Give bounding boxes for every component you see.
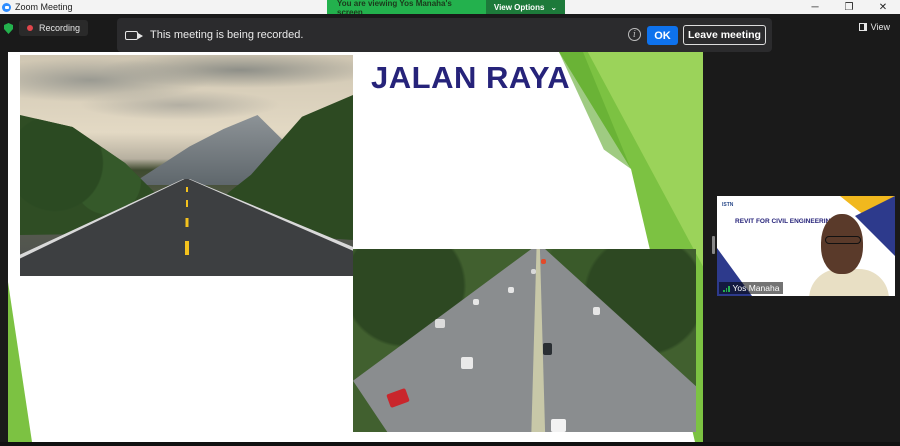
- zoom-meeting-window: Zoom Meeting ─ ❐ ✕ You are viewing Yos M…: [0, 0, 900, 446]
- view-options-label: View Options: [493, 3, 545, 12]
- participant-video: [809, 214, 889, 296]
- slide-green-corner: [8, 282, 32, 442]
- highway-photo: [353, 249, 696, 432]
- video-camera-icon: [125, 30, 143, 40]
- leave-meeting-button[interactable]: Leave meeting: [683, 25, 766, 45]
- recording-notice-text: This meeting is being recorded.: [150, 29, 304, 41]
- minimize-button[interactable]: ─: [798, 0, 832, 14]
- maximize-button[interactable]: ❐: [832, 0, 866, 14]
- window-title: Zoom Meeting: [15, 2, 73, 12]
- chevron-down-icon: ⌄: [550, 3, 558, 12]
- close-button[interactable]: ✕: [866, 0, 900, 14]
- recording-dot-icon: [27, 25, 33, 31]
- recording-indicator[interactable]: Recording: [19, 20, 89, 36]
- viewing-screen-label: You are viewing Yos Manaha's screen: [327, 0, 486, 17]
- window-controls: ─ ❐ ✕: [798, 0, 900, 14]
- participant-name-label: Yos Manaha: [719, 282, 784, 294]
- screen-share-banner: You are viewing Yos Manaha's screen View…: [327, 0, 565, 17]
- recording-label: Recording: [39, 23, 81, 33]
- bottom-toolbar-edge: [0, 442, 900, 446]
- view-button[interactable]: View: [858, 22, 890, 32]
- security-shield-icon[interactable]: [4, 23, 13, 34]
- road-photo: [20, 55, 353, 276]
- view-label: View: [870, 22, 890, 32]
- thumb-logos: ISTN: [722, 202, 734, 208]
- ok-button[interactable]: OK: [647, 26, 678, 45]
- recording-notification-bar: This meeting is being recorded. i OK Lea…: [117, 18, 772, 52]
- participant-video-tile[interactable]: ISTN REVIT FOR CIVIL ENGINEERING Yos Man…: [717, 196, 895, 296]
- zoom-logo-icon: [2, 2, 11, 12]
- slide-title: JALAN RAYA: [371, 60, 571, 95]
- signal-strength-icon: [723, 285, 730, 292]
- shared-slide: JALAN RAYA: [8, 52, 703, 442]
- info-icon[interactable]: i: [628, 28, 641, 41]
- participant-name: Yos Manaha: [732, 283, 780, 293]
- view-options-button[interactable]: View Options ⌄: [486, 0, 565, 15]
- view-layout-icon: [858, 23, 867, 31]
- panel-resize-handle[interactable]: [712, 236, 715, 254]
